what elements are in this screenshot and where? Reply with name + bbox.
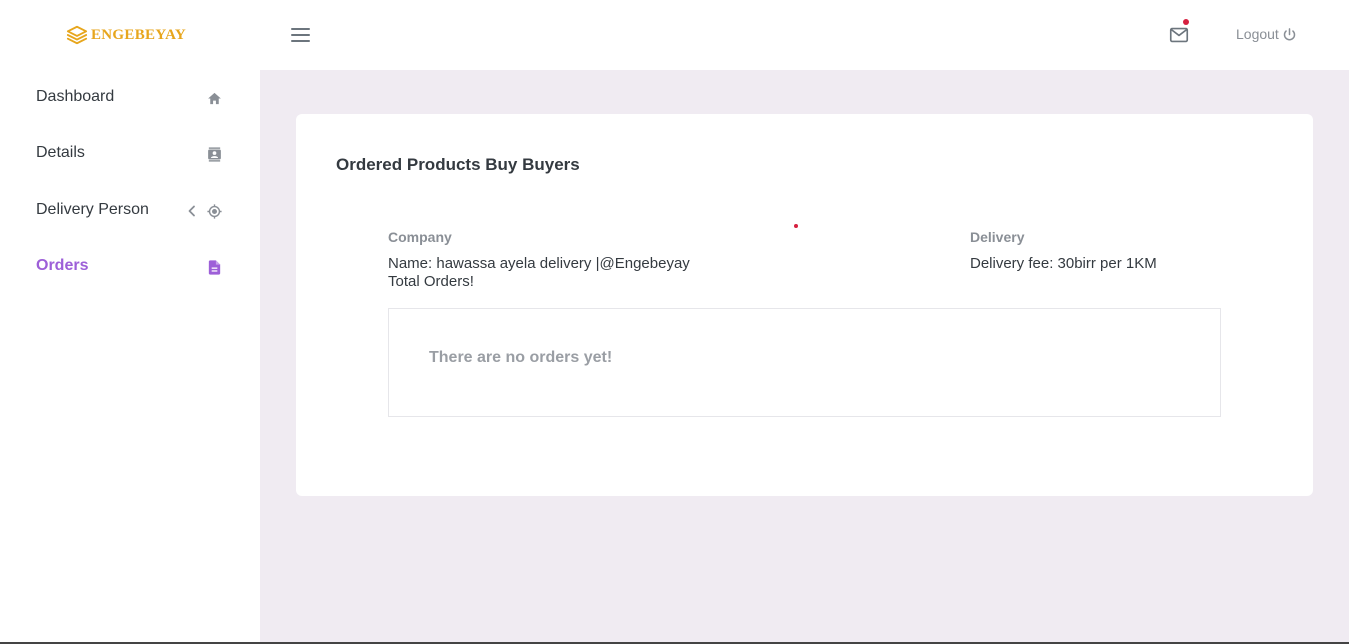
empty-orders-message: There are no orders yet! [429, 349, 613, 366]
power-icon [1283, 27, 1296, 40]
mail-icon[interactable] [1168, 24, 1190, 46]
brand-name: ENGEBEYAY [91, 26, 186, 43]
orders-list: There are no orders yet! [388, 308, 1221, 417]
sidebar-item-dashboard[interactable]: Dashboard [0, 78, 260, 118]
document-icon [208, 260, 221, 275]
notification-badge [1183, 19, 1189, 25]
page-title: Ordered Products Buy Buyers [336, 155, 580, 174]
delivery-heading: Delivery [970, 229, 1025, 245]
sidebar-item-label: Orders [36, 257, 89, 274]
chevron-left-icon [188, 205, 195, 217]
sidebar-item-label: Dashboard [36, 88, 115, 105]
contact-card-icon [208, 147, 221, 162]
company-heading: Company [388, 229, 452, 245]
logout-button[interactable]: Logout [1236, 26, 1297, 42]
indicator-dot [794, 224, 798, 228]
brand-logo[interactable]: ENGEBEYAY [66, 22, 186, 48]
total-orders: Total Orders! [388, 273, 474, 290]
layers-icon [66, 25, 88, 45]
sidebar-item-label: Details [36, 144, 85, 161]
sidebar-item-details[interactable]: Details [0, 134, 260, 174]
top-navbar: ENGEBEYAY Logout [0, 0, 1349, 70]
target-icon [207, 204, 222, 219]
delivery-fee: Delivery fee: 30birr per 1KM [970, 255, 1157, 272]
sidebar-item-label: Delivery Person [36, 201, 149, 218]
sidebar-item-orders[interactable]: Orders [0, 247, 260, 287]
home-icon [208, 92, 221, 105]
logout-label: Logout [1236, 26, 1279, 42]
sidebar-item-delivery-person[interactable]: Delivery Person [0, 191, 260, 231]
hamburger-icon[interactable] [290, 26, 312, 44]
sidebar: Dashboard Details Delivery Person Orders [0, 70, 260, 644]
company-name: Name: hawassa ayela delivery |@Engebeyay [388, 255, 690, 272]
orders-card: Ordered Products Buy Buyers Company Name… [296, 114, 1313, 496]
